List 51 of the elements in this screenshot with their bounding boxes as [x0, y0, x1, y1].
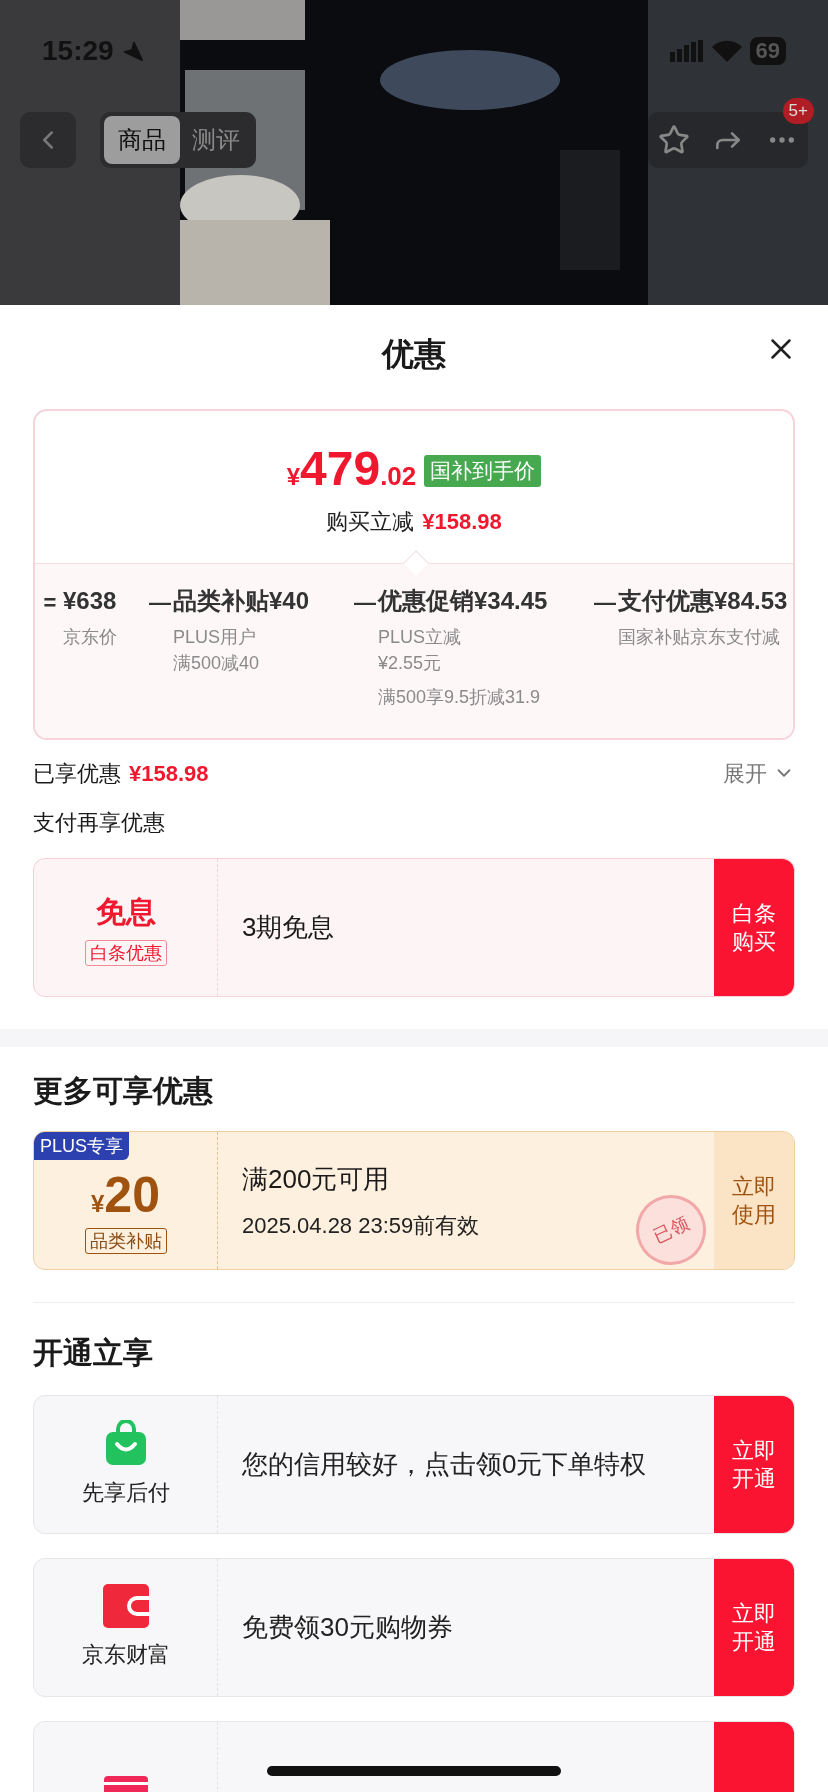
section-subtitle: 支付再享优惠 — [33, 809, 166, 837]
service-text: 您的信用较好，点击领0元下单特权 — [242, 1448, 647, 1481]
location-icon — [121, 40, 144, 62]
breakdown-note: PLUS用户 — [173, 626, 258, 649]
nav-tab[interactable]: 测评 — [188, 116, 244, 164]
enjoyed-value: ¥158.98 — [129, 759, 209, 788]
installment-headline: 免息 — [95, 894, 156, 930]
service-name: 京东财富 — [81, 1641, 170, 1669]
enjoyed-label: 已享优惠 — [33, 759, 121, 788]
price-tag: 国补到手价 — [424, 455, 542, 487]
breakdown-note: 满500享9.5折减31.9 — [378, 686, 542, 709]
service-text: 免费领30元购物券 — [242, 1611, 453, 1644]
action-button[interactable]: 白条购买 — [714, 859, 794, 996]
wifi-icon — [711, 40, 742, 62]
section-title: 开通立享 — [33, 1335, 154, 1371]
final-price: ¥479.02 — [286, 445, 417, 493]
breakdown-note: PLUS立减 — [378, 626, 463, 649]
nav-tab[interactable]: 商品 — [104, 116, 180, 164]
coupon-condition: 满200元可用 — [242, 1162, 391, 1196]
breakdown-title: 优惠促销¥34.45 — [378, 586, 548, 616]
service-name: 先享后付 — [81, 1479, 170, 1507]
battery-indicator: 69 — [749, 37, 786, 65]
plus-badge: PLUS专享 — [34, 1132, 130, 1160]
sheet-title: 优惠 — [382, 335, 446, 374]
coupon-amount: ¥20 — [91, 1169, 160, 1220]
expand-button[interactable]: 展开 — [723, 756, 795, 790]
operator-sign: — — [353, 589, 377, 617]
saving-label: 购买立减 — [326, 508, 415, 536]
operator-sign: = — [42, 589, 58, 617]
coupon-validity: 2025.04.28 23:59前有效 — [242, 1211, 480, 1240]
breakdown-note: 京东价 — [63, 626, 117, 649]
breakdown-title: 品类补贴¥40 — [173, 586, 310, 616]
operator-sign: — — [593, 589, 617, 617]
installment-tag: 白条优惠 — [84, 940, 167, 966]
star-icon[interactable] — [658, 124, 690, 156]
saving-value: ¥158.98 — [422, 508, 502, 536]
signal-icon — [669, 40, 704, 62]
shopping-bag-icon — [103, 1420, 148, 1466]
action-button[interactable]: 立即开通 — [714, 1559, 794, 1696]
breakdown-title: 支付优惠¥84.53 — [618, 586, 788, 616]
breakdown-note: ¥2.55元 — [378, 652, 443, 675]
wallet-icon — [102, 1584, 149, 1628]
coupon-tag: 品类补贴 — [84, 1227, 167, 1254]
use-coupon-button[interactable]: 立即使用 — [714, 1132, 794, 1269]
action-button[interactable]: 立即开通 — [714, 1396, 794, 1533]
installment-text: 3期免息 — [242, 911, 335, 944]
section-title: 更多可享优惠 — [33, 1073, 214, 1109]
breakdown-title: ¥638 — [63, 586, 117, 616]
breakdown-note: 国家补贴京东支付减 — [618, 626, 781, 649]
operator-sign: — — [148, 589, 172, 617]
breakdown-note: 满500减40 — [173, 652, 261, 675]
